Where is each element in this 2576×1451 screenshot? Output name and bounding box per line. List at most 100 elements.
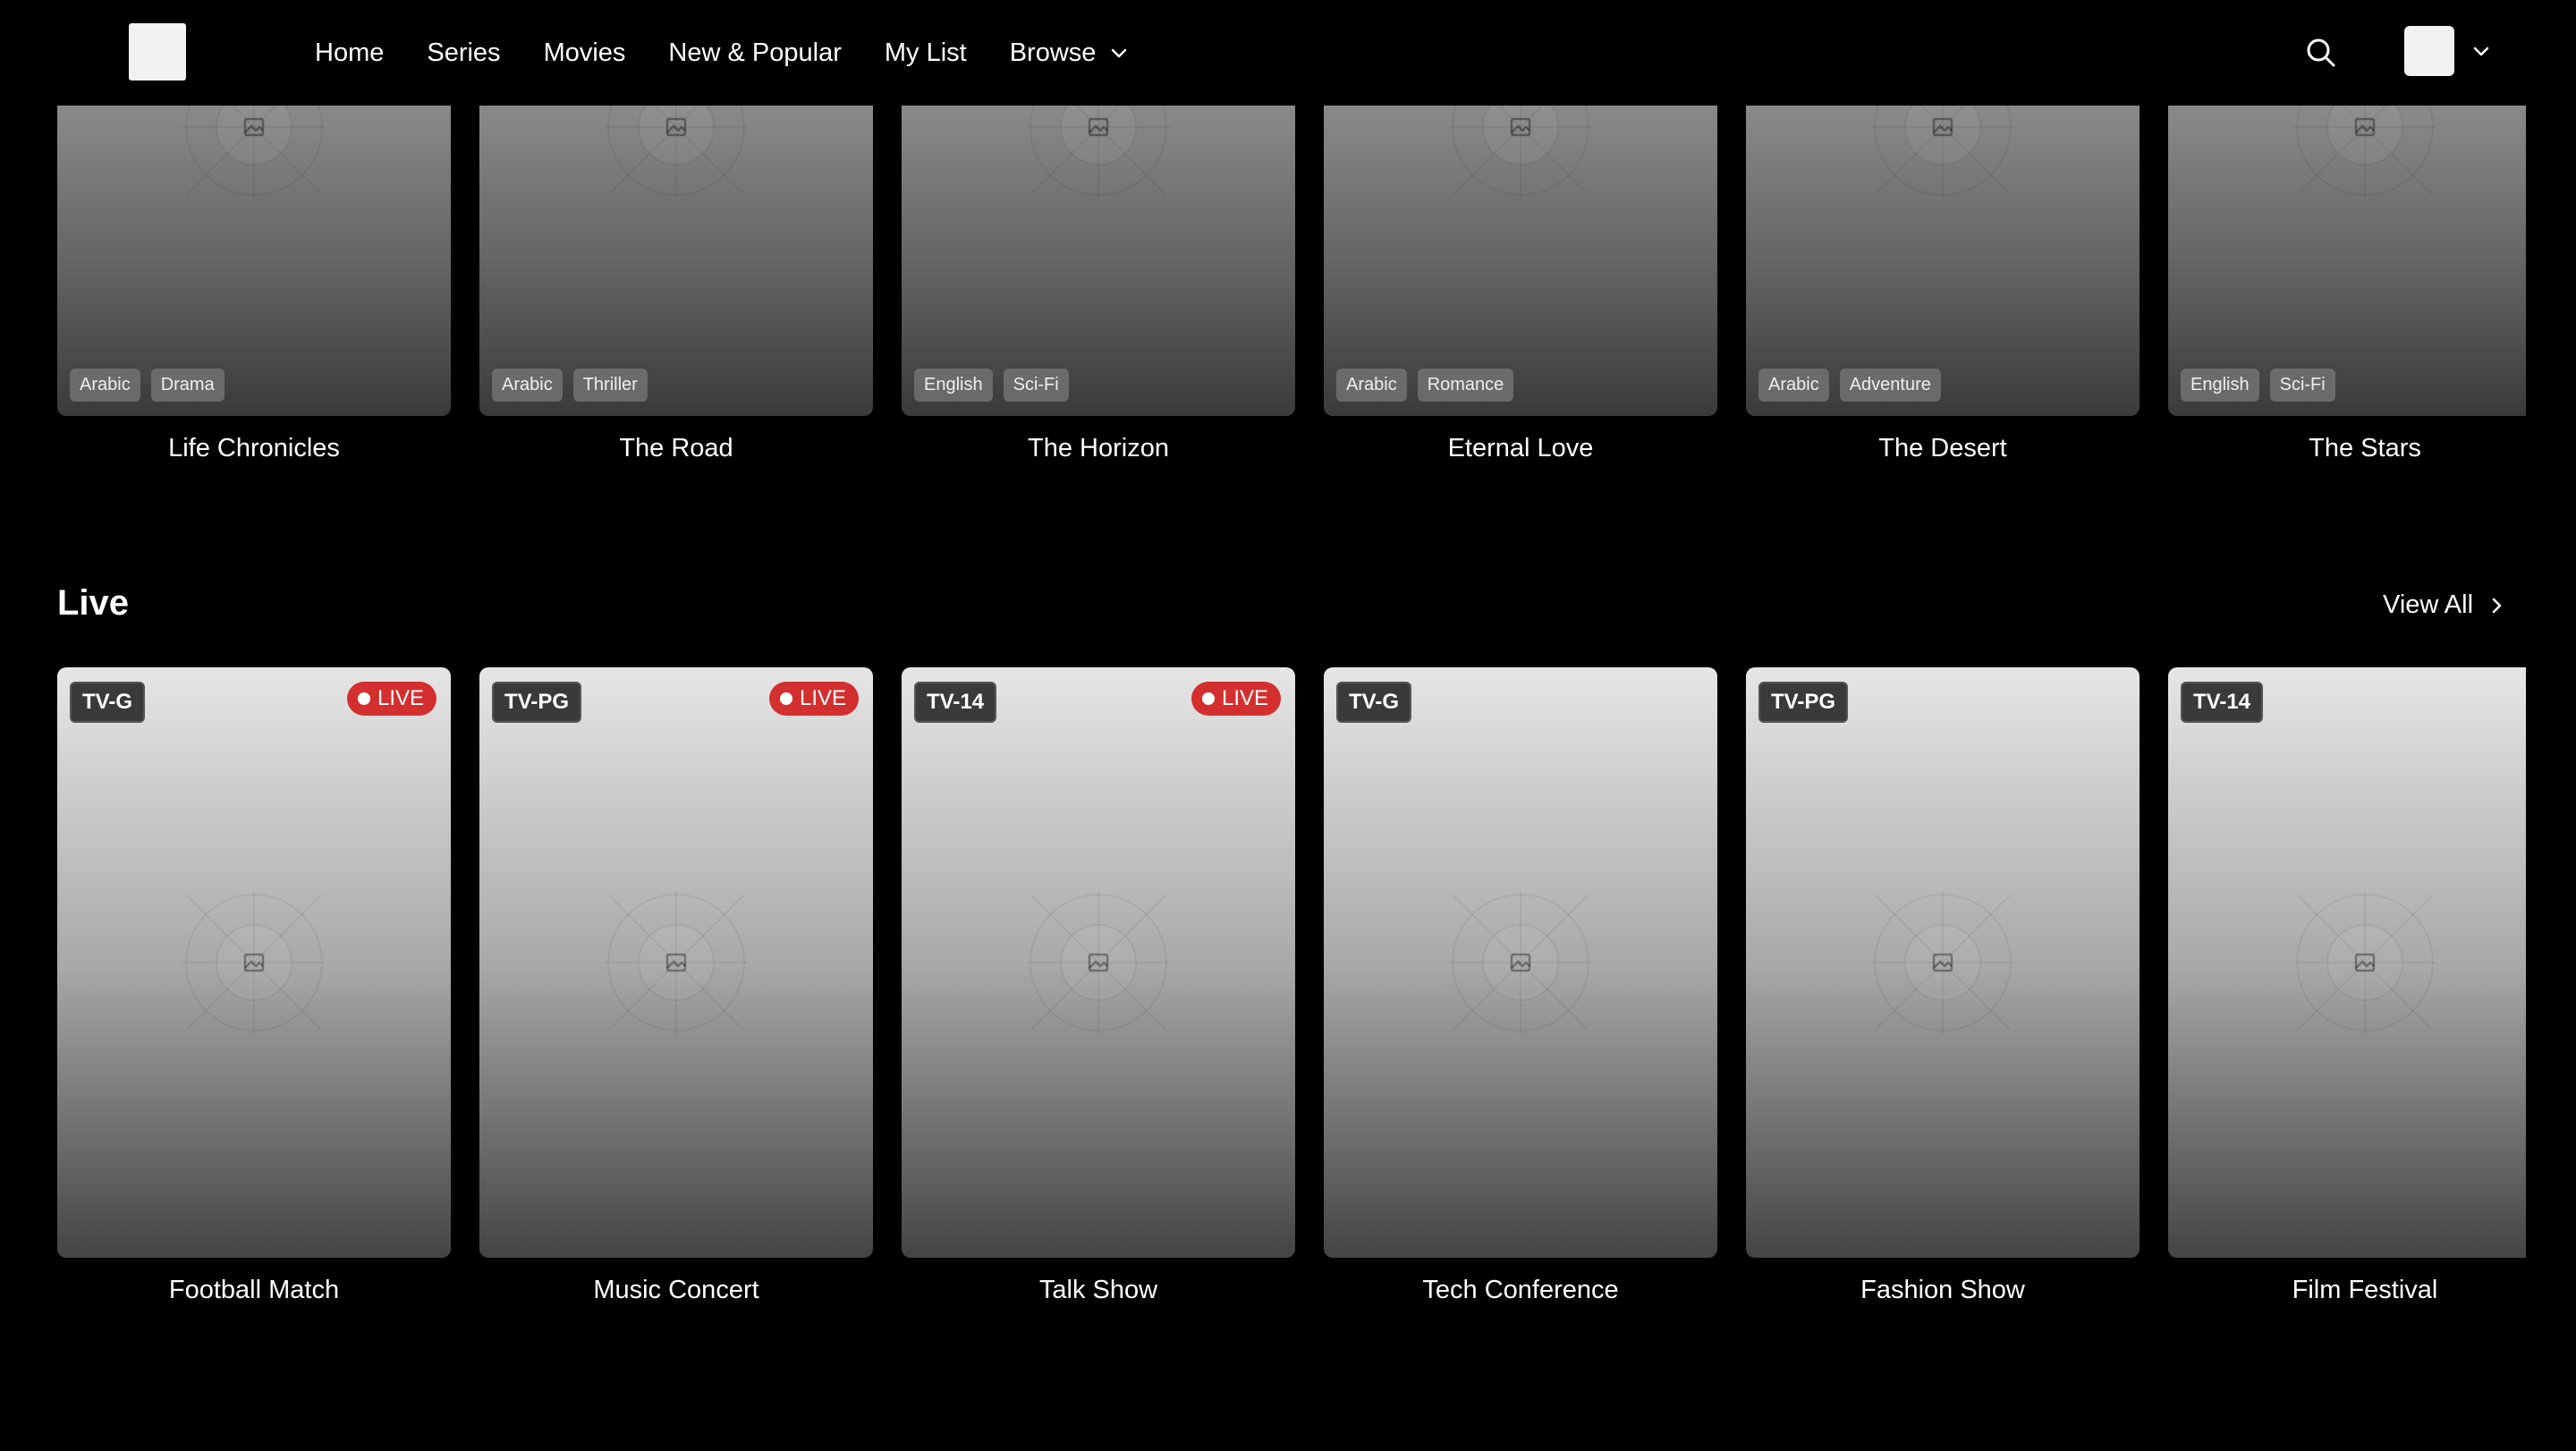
genre-tag: English: [2181, 369, 2259, 402]
image-placeholder-icon: [1027, 106, 1170, 199]
content-card[interactable]: Arabic Thriller The Road: [479, 106, 873, 463]
card-title: The Horizon: [1028, 434, 1169, 462]
card-title: Music Concert: [593, 1276, 759, 1304]
image-placeholder-icon: [605, 106, 748, 199]
card-title: The Road: [619, 434, 733, 462]
content-card[interactable]: Arabic Drama Life Chronicles: [57, 106, 451, 463]
rating-badge: TV-G: [70, 682, 146, 723]
genre-tag: Arabic: [492, 369, 563, 402]
live-card[interactable]: TV-PG LIVE Music Concert: [479, 667, 873, 1305]
live-card[interactable]: TV-G LIVE Football Match: [57, 667, 451, 1305]
card-title: Fashion Show: [1860, 1276, 2025, 1304]
genre-tag: English: [914, 369, 993, 402]
nav-new-popular[interactable]: New & Popular: [668, 38, 841, 68]
card-title: Football Match: [168, 1276, 340, 1304]
card-poster[interactable]: Arabic Drama: [57, 106, 451, 416]
top-navigation-bar: Home Series Movies New & Popular My List…: [0, 0, 2576, 106]
live-badge: LIVE: [768, 682, 859, 716]
rating-badge: TV-14: [914, 682, 997, 723]
card-tags: English Sci-Fi: [2181, 369, 2346, 402]
card-title: Talk Show: [1038, 1276, 1158, 1304]
live-card[interactable]: TV-14 Film Festival: [2168, 667, 2526, 1305]
rating-badge: TV-PG: [1758, 682, 1849, 723]
image-placeholder-icon: [1027, 891, 1170, 1034]
card-title: Life Chronicles: [168, 434, 340, 462]
image-placeholder-icon: [1871, 891, 2014, 1034]
card-tags: English Sci-Fi: [914, 369, 1080, 402]
search-icon[interactable]: [2304, 36, 2338, 70]
live-card[interactable]: TV-PG Fashion Show: [1746, 667, 2140, 1305]
nav-browse-label: Browse: [1009, 38, 1097, 67]
genre-tag: Sci-Fi: [1003, 369, 1069, 402]
image-placeholder-icon: [1871, 106, 2014, 199]
content-row-live: TV-G LIVE Football Match TV-PG LIVE Music Co…: [57, 667, 2526, 1320]
card-poster[interactable]: TV-14: [2168, 667, 2526, 1258]
nav-new-popular-label: New & Popular: [668, 38, 842, 67]
card-title: Film Festival: [2292, 1276, 2438, 1304]
content-card[interactable]: English Sci-Fi The Horizon: [902, 106, 1295, 463]
profile-avatar[interactable]: [2404, 26, 2454, 76]
nav-series[interactable]: Series: [427, 38, 500, 68]
genre-tag: Arabic: [70, 369, 140, 402]
nav-home[interactable]: Home: [315, 38, 384, 68]
image-placeholder-icon: [1449, 891, 1592, 1034]
nav-movies-label: Movies: [543, 38, 626, 67]
live-dot-icon: [357, 692, 370, 705]
view-all-label: View All: [2383, 590, 2474, 619]
brand-logo[interactable]: [129, 23, 186, 81]
image-placeholder-icon: [182, 106, 326, 199]
genre-tag: Drama: [150, 369, 225, 402]
card-poster[interactable]: TV-G LIVE: [57, 667, 451, 1258]
live-dot-icon: [1201, 692, 1215, 705]
nav-movies[interactable]: Movies: [544, 38, 626, 68]
live-badge-label: LIVE: [1221, 686, 1268, 710]
genre-tag: Adventure: [1839, 369, 1941, 402]
image-placeholder-icon: [2293, 891, 2436, 1034]
content-card[interactable]: Arabic Romance Eternal Love: [1324, 106, 1717, 463]
card-poster[interactable]: Arabic Adventure: [1746, 106, 2140, 416]
card-tags: Arabic Romance: [1336, 369, 1524, 402]
image-placeholder-icon: [182, 891, 326, 1034]
card-poster[interactable]: TV-G: [1324, 667, 1717, 1258]
nav-my-list-label: My List: [884, 38, 967, 67]
card-poster[interactable]: English Sci-Fi: [2168, 106, 2526, 416]
card-tags: Arabic Drama: [70, 369, 235, 402]
nav-my-list[interactable]: My List: [885, 38, 967, 68]
card-poster[interactable]: TV-PG: [1746, 667, 2140, 1258]
card-poster[interactable]: Arabic Romance: [1324, 106, 1717, 416]
view-all-link[interactable]: View All: [2383, 590, 2505, 620]
card-tags: Arabic Adventure: [1758, 369, 1952, 402]
image-placeholder-icon: [1449, 106, 1592, 199]
live-card[interactable]: TV-G Tech Conference: [1324, 667, 1717, 1305]
genre-tag: Sci-Fi: [2269, 369, 2335, 402]
rating-badge: TV-14: [2181, 682, 2264, 723]
image-placeholder-icon: [605, 891, 748, 1034]
card-title: The Desert: [1878, 434, 2007, 462]
card-poster[interactable]: TV-PG LIVE: [479, 667, 873, 1258]
rating-badge: TV-PG: [492, 682, 582, 723]
card-poster[interactable]: English Sci-Fi: [902, 106, 1295, 416]
live-badge: LIVE: [1191, 682, 1281, 716]
content-card[interactable]: English Sci-Fi The Stars: [2168, 106, 2526, 463]
card-poster[interactable]: TV-14 LIVE: [902, 667, 1295, 1258]
chevron-down-icon: [1112, 48, 1127, 58]
live-card[interactable]: TV-14 LIVE Talk Show: [902, 667, 1295, 1305]
genre-tag: Romance: [1417, 369, 1514, 402]
nav-series-label: Series: [427, 38, 501, 67]
live-badge-label: LIVE: [377, 686, 424, 710]
card-title: The Stars: [2309, 434, 2421, 462]
card-poster[interactable]: Arabic Thriller: [479, 106, 873, 416]
nav-browse[interactable]: Browse: [1010, 38, 1131, 68]
card-title: Tech Conference: [1422, 1276, 1619, 1304]
card-title: Eternal Love: [1447, 434, 1594, 462]
main-nav: Home Series Movies New & Popular My List…: [315, 0, 1173, 106]
live-badge-label: LIVE: [799, 686, 846, 710]
live-badge: LIVE: [346, 682, 436, 716]
genre-tag: Thriller: [572, 369, 648, 402]
chevron-right-icon: [2492, 598, 2502, 613]
live-dot-icon: [779, 692, 792, 705]
chevron-down-icon[interactable]: [2470, 40, 2492, 62]
content-row-top: Arabic Drama Life Chronicles Arabic Thrille…: [57, 106, 2526, 481]
content-card[interactable]: Arabic Adventure The Desert: [1746, 106, 2140, 463]
image-placeholder-icon: [2293, 106, 2436, 199]
